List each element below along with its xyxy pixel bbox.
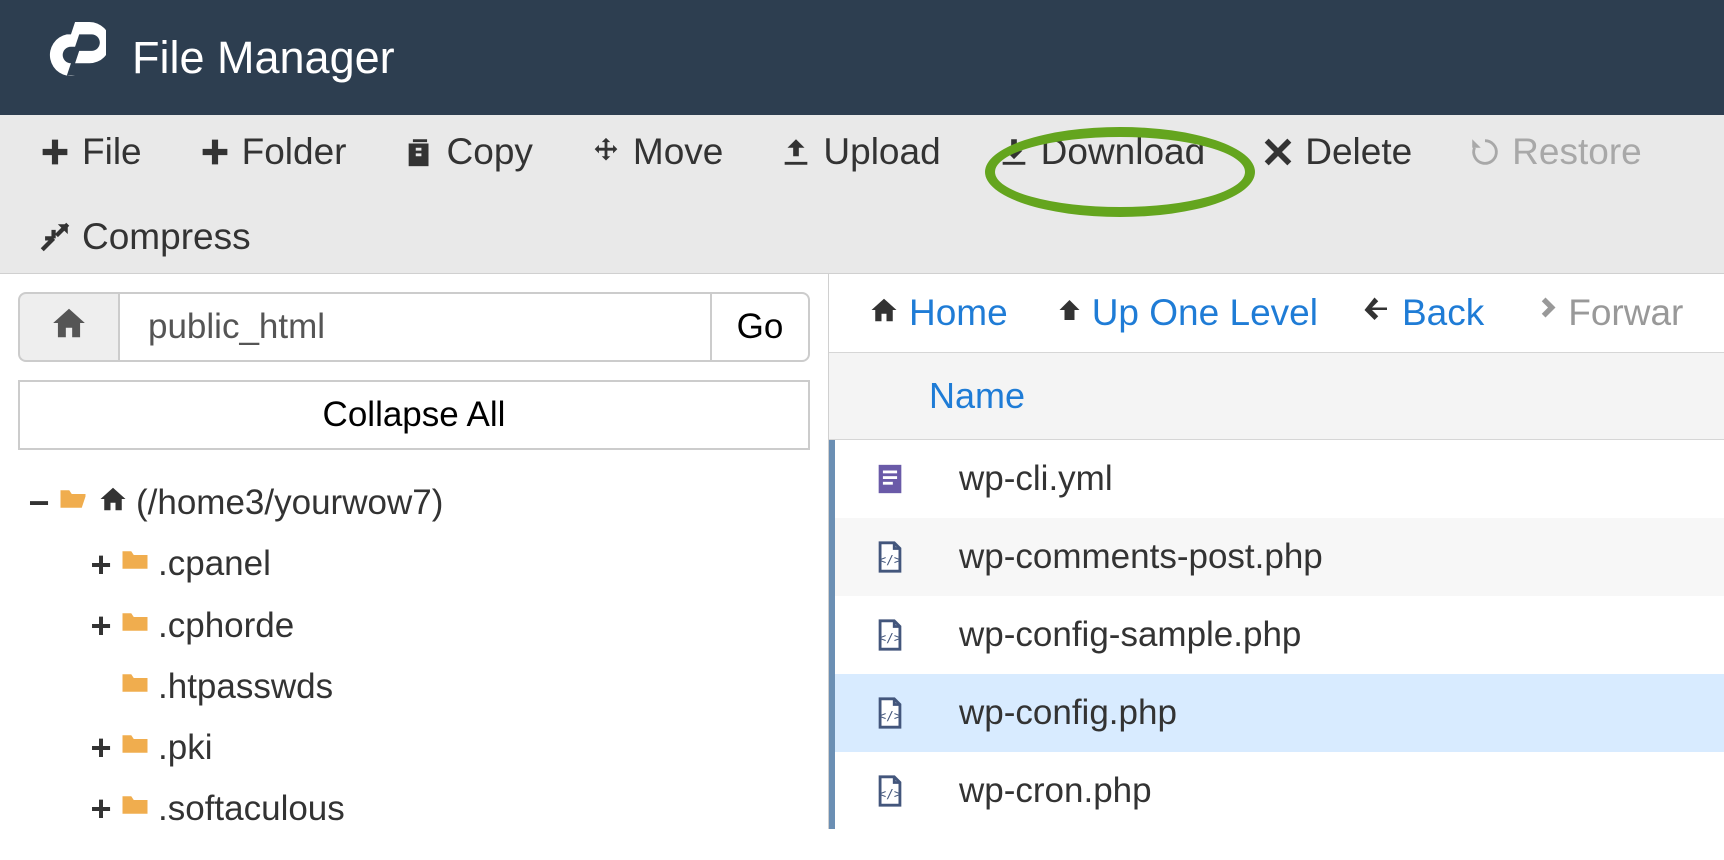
restore-label: Restore — [1512, 133, 1642, 170]
tree-item-label: .cphorde — [158, 598, 294, 654]
tree-root-label: (/home3/yourwow7) — [136, 475, 443, 531]
arrow-left-icon — [1362, 292, 1392, 334]
nav-up-label: Up One Level — [1092, 292, 1318, 334]
folder-icon — [118, 720, 152, 776]
file-name: wp-config.php — [911, 693, 1177, 733]
go-button[interactable]: Go — [710, 292, 810, 362]
file-name: wp-comments-post.php — [911, 537, 1323, 577]
file-name: wp-config-sample.php — [911, 615, 1301, 655]
compress-label: Compress — [82, 218, 251, 255]
file-table: Name wp-cli.yml wp-comments-post.php wp-co… — [829, 352, 1724, 829]
compress-icon — [38, 220, 72, 254]
file-icon — [869, 771, 911, 811]
path-row: Go — [18, 292, 810, 362]
column-header-name[interactable]: Name — [829, 352, 1724, 440]
tree-item-label: .htpasswds — [158, 659, 333, 715]
folder-label: Folder — [242, 133, 347, 170]
compress-button[interactable]: Compress — [24, 208, 265, 265]
nav-home-button[interactable]: Home — [869, 292, 1008, 334]
move-button[interactable]: Move — [575, 123, 737, 180]
delete-label: Delete — [1305, 133, 1412, 170]
file-icon — [869, 537, 911, 577]
copy-label: Copy — [447, 133, 533, 170]
home-icon — [96, 475, 130, 531]
plus-icon — [38, 135, 72, 169]
tree-item-label: .softaculous — [158, 781, 345, 837]
tree-root[interactable]: − (/home3/yourwow7) — [28, 472, 810, 534]
move-label: Move — [633, 133, 723, 170]
copy-icon — [403, 135, 437, 169]
app-title: File Manager — [132, 32, 395, 84]
upload-label: Upload — [823, 133, 940, 170]
folder-icon — [118, 781, 152, 837]
file-icon — [869, 459, 911, 499]
plus-icon — [198, 135, 232, 169]
nav-up-button[interactable]: Up One Level — [1052, 292, 1318, 334]
folder-button[interactable]: Folder — [184, 123, 361, 180]
folder-icon — [118, 659, 152, 715]
upload-button[interactable]: Upload — [765, 123, 954, 180]
folder-icon — [118, 598, 152, 654]
file-row[interactable]: wp-comments-post.php — [829, 518, 1724, 596]
file-name: wp-cron.php — [911, 771, 1152, 811]
file-row[interactable]: wp-cli.yml — [829, 440, 1724, 518]
download-label: Download — [1041, 133, 1206, 170]
restore-button[interactable]: Restore — [1454, 123, 1656, 180]
tree-item[interactable]: + .softaculous — [90, 778, 810, 840]
tree-item-label: .pki — [158, 720, 212, 776]
arrow-right-icon — [1528, 292, 1558, 334]
tree-item[interactable]: + .cphorde — [90, 595, 810, 657]
move-icon — [589, 135, 623, 169]
collapse-toggle[interactable]: − — [28, 474, 50, 532]
logo: File Manager — [40, 22, 395, 93]
tree-item[interactable]: + .cpanel — [90, 534, 810, 596]
file-name: wp-cli.yml — [911, 459, 1113, 499]
copy-button[interactable]: Copy — [389, 123, 547, 180]
file-row[interactable]: wp-config.php — [829, 674, 1724, 752]
download-icon — [997, 135, 1031, 169]
nav-back-button[interactable]: Back — [1362, 292, 1484, 334]
expand-toggle[interactable]: + — [90, 597, 112, 655]
file-label: File — [82, 133, 142, 170]
close-icon — [1261, 135, 1295, 169]
toolbar: File Folder Copy Move Upload Download De… — [0, 115, 1724, 274]
app-header: File Manager — [0, 0, 1724, 115]
tree-item[interactable]: .htpasswds — [90, 657, 810, 717]
home-icon — [50, 304, 88, 351]
download-button[interactable]: Download — [983, 123, 1220, 180]
expand-toggle[interactable]: + — [90, 780, 112, 838]
nav-forward-button[interactable]: Forwar — [1528, 292, 1683, 334]
home-icon — [869, 292, 899, 334]
path-input[interactable] — [118, 292, 710, 362]
folder-tree: − (/home3/yourwow7) + .cpanel + .cphorde.ht… — [18, 472, 810, 840]
restore-icon — [1468, 135, 1502, 169]
tree-item[interactable]: + .pki — [90, 717, 810, 779]
file-row[interactable]: wp-config-sample.php — [829, 596, 1724, 674]
expand-toggle[interactable]: + — [90, 536, 112, 594]
nav-home-label: Home — [909, 292, 1008, 334]
upload-icon — [779, 135, 813, 169]
level-up-icon — [1052, 292, 1082, 334]
expand-toggle[interactable]: + — [90, 719, 112, 777]
nav-back-label: Back — [1402, 292, 1484, 334]
file-button[interactable]: File — [24, 123, 156, 180]
tree-item-label: .cpanel — [158, 536, 271, 592]
right-pane: Home Up One Level Back Forwar Name wp-cl… — [828, 274, 1724, 829]
file-nav: Home Up One Level Back Forwar — [829, 274, 1724, 352]
delete-button[interactable]: Delete — [1247, 123, 1426, 180]
cpanel-logo-icon — [40, 22, 106, 93]
file-row[interactable]: wp-cron.php — [829, 752, 1724, 829]
folder-open-icon — [56, 475, 90, 531]
left-pane: Go Collapse All − (/home3/yourwow7) + .cp… — [0, 274, 828, 829]
file-icon — [869, 615, 911, 655]
path-home-button[interactable] — [18, 292, 118, 362]
nav-forward-label: Forwar — [1568, 292, 1683, 334]
file-icon — [869, 693, 911, 733]
collapse-all-button[interactable]: Collapse All — [18, 380, 810, 450]
folder-icon — [118, 536, 152, 592]
